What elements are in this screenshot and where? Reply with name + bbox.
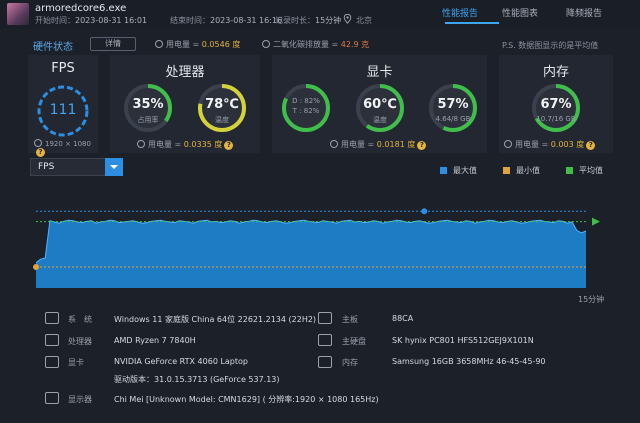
gpu-vram-label: 4.64/8 GB	[435, 115, 471, 123]
location-pin-icon	[343, 14, 352, 24]
end-time: 结束时间：2023-08-31 16:16	[170, 16, 283, 25]
sysinfo-label-gpu: 显卡	[68, 358, 84, 367]
co2-emission: 二氧化碳排放量 = 42.9 克	[262, 39, 369, 50]
fps-gauge: 111	[35, 83, 91, 139]
total-power: 用电量 = 0.0546 度	[155, 39, 240, 50]
system-icon	[45, 312, 59, 324]
help-icon[interactable]: ?	[224, 141, 234, 150]
gpu-vram-value: 57%	[437, 97, 469, 112]
gpu-d-label: D : 82%	[292, 97, 320, 105]
help-icon[interactable]: ?	[417, 141, 427, 150]
gpu-temp-value: 60℃	[363, 97, 397, 112]
fps-card: FPS 111 1920 × 1080?	[28, 55, 98, 157]
app-title: armoredcore6.exe	[35, 3, 127, 14]
average-note: P.S. 数据图显示的是平均值	[502, 41, 599, 50]
gpu-usage-gauge: D : 82% T : 82%	[280, 82, 332, 134]
sysinfo-label-cpu: 处理器	[68, 337, 92, 346]
legend-min-swatch	[503, 167, 510, 174]
screen-icon	[34, 139, 42, 147]
legend-avg: 平均值	[566, 165, 603, 176]
legend-max-swatch	[440, 167, 447, 174]
cpu-power: 用电量 = 0.0335 度?	[137, 139, 234, 150]
section-title: 硬件状态	[33, 42, 73, 53]
help-icon[interactable]: ?	[586, 141, 596, 150]
power-icon	[137, 140, 145, 148]
active-tab-indicator	[445, 22, 499, 24]
memory-usage-label: 10.7/16 GB	[536, 115, 576, 123]
memory-usage-value: 67%	[540, 97, 572, 112]
sysinfo-value-memory: Samsung 16GB 3658MHz 46-45-45-90	[392, 357, 546, 366]
tab-performance-report[interactable]: 性能报告	[430, 6, 490, 19]
legend-min: 最小值	[503, 165, 540, 176]
avg-marker	[592, 217, 600, 226]
chevron-down-icon	[110, 165, 118, 169]
cpu-usage-gauge: 35% 占用率	[122, 82, 174, 134]
gpu-icon	[45, 356, 59, 368]
sysinfo-label-memory: 内存	[342, 358, 358, 367]
gpu-temp-gauge: 60℃ 温度	[354, 82, 406, 134]
cpu-usage-value: 35%	[132, 97, 164, 112]
cpu-title: 处理器	[165, 65, 205, 80]
sysinfo-value-motherboard: 88CA	[392, 314, 414, 323]
fps-value: 111	[49, 102, 77, 118]
location-label: 北京	[356, 16, 372, 25]
sysinfo-value-monitor: Chi Mei [Unknown Model: CMN1629] ( 分辨率:1…	[114, 395, 379, 404]
cpu-usage-label: 占用率	[137, 116, 159, 124]
fps-chart: 128110.6135	[33, 208, 600, 288]
memory-icon	[318, 356, 332, 368]
metric-dropdown-value: FPS	[38, 162, 55, 172]
fps-resolution: 1920 × 1080?	[34, 139, 98, 157]
tab-performance-chart[interactable]: 性能图表	[490, 6, 550, 19]
sysinfo-label-monitor: 显示器	[68, 395, 92, 404]
gpu-vram-gauge: 57% 4.64/8 GB	[427, 82, 479, 134]
cpu-temp-value: 78℃	[205, 97, 239, 112]
disk-icon	[318, 334, 332, 346]
details-button[interactable]: 详情	[90, 37, 136, 51]
start-time: 开始时间：2023-08-31 16:01	[35, 16, 148, 25]
app-avatar	[7, 3, 29, 25]
monitor-icon	[45, 392, 59, 404]
help-icon[interactable]: ?	[36, 148, 45, 157]
power-icon	[155, 40, 163, 48]
duration: 记录时长：15分钟	[275, 16, 342, 25]
sysinfo-value-driver: 驱动版本：31.0.15.3713 (GeForce 537.13)	[114, 375, 280, 384]
memory-usage-gauge: 67% 10.7/16 GB	[530, 82, 582, 134]
cpu-card: 处理器 35% 占用率 78℃ 温度 用电量 = 0.0335 度?	[110, 55, 260, 153]
memory-card: 内存 67% 10.7/16 GB 用电量 = 0.003 度?	[499, 55, 613, 153]
memory-power: 用电量 = 0.003 度?	[504, 139, 596, 150]
chart-duration-label: 15分钟	[578, 295, 605, 304]
tab-throttle-report[interactable]: 降频报告	[554, 6, 614, 19]
sysinfo-label-motherboard: 主板	[342, 315, 358, 324]
cpu-icon	[45, 334, 59, 346]
sysinfo-label-system: 系 统	[68, 315, 92, 324]
fps-title: FPS	[51, 61, 75, 76]
cpu-temp-gauge: 78℃ 温度	[196, 82, 248, 134]
power-icon	[330, 140, 338, 148]
sysinfo-value-disk: SK hynix PC801 HFS512GEJ9X101N	[392, 336, 534, 345]
sysinfo-value-gpu: NVIDIA GeForce RTX 4060 Laptop	[114, 357, 248, 366]
sysinfo-value-system: Windows 11 家庭版 China 64位 22621.2134 (22H…	[114, 315, 317, 324]
cpu-temp-label: 温度	[215, 116, 229, 124]
min-dot	[33, 264, 39, 270]
fps-series-area	[36, 220, 586, 288]
legend-avg-swatch	[566, 167, 573, 174]
motherboard-icon	[318, 312, 332, 324]
memory-title: 内存	[542, 65, 569, 80]
gpu-power: 用电量 = 0.0181 度?	[330, 139, 427, 150]
max-dot	[421, 208, 428, 215]
gpu-title: 显卡	[366, 65, 393, 80]
power-icon	[504, 140, 512, 148]
co2-icon	[262, 40, 270, 48]
sysinfo-value-cpu: AMD Ryzen 7 7840H	[114, 336, 196, 345]
legend-max: 最大值	[440, 165, 477, 176]
dropdown-button[interactable]	[105, 158, 123, 176]
gpu-card: 显卡 D : 82% T : 82% 60℃ 温度 57% 4.64/8 GB …	[272, 55, 487, 153]
sysinfo-label-disk: 主硬盘	[342, 337, 366, 346]
gpu-t-label: T : 82%	[292, 107, 320, 115]
gpu-temp-label: 温度	[373, 116, 387, 124]
